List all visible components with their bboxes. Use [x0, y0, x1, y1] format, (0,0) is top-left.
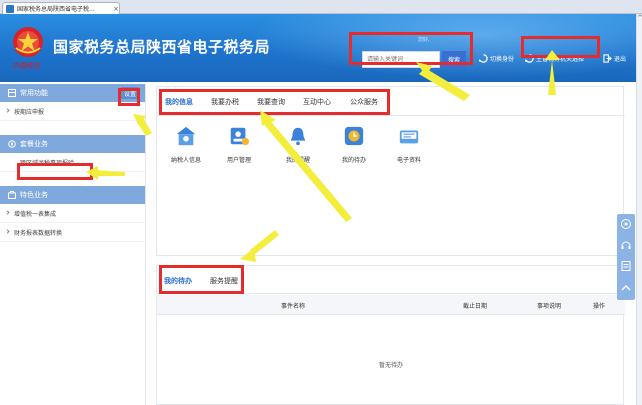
sidebar-item-label: 财务报表数据转换: [14, 229, 63, 237]
tax-authority-label: 主管税务机关选择: [536, 56, 585, 63]
close-icon[interactable]: ×: [113, 5, 119, 13]
chevron-right-icon: [5, 210, 10, 215]
compass-icon: [8, 140, 16, 148]
info-tab-bar: 我的信息 我要办税 我要查询 互动中心 公众服务: [157, 87, 625, 116]
todo-table-header: 事件名称 截止日期 事项说明 操作: [157, 295, 625, 315]
my-info-panel: 我的信息 我要办税 我要查询 互动中心 公众服务 纳税人信息 用户管理 我的提醒: [156, 86, 625, 256]
todo-panel: 我的待办 服务提醒 事件名称 截止日期 事项说明 操作 暂无待办: [156, 265, 625, 405]
browser-tab-bar: 国家税务总局陕西省电子税... ×: [0, 0, 642, 14]
clock-icon: [344, 126, 364, 146]
empty-state-text: 暂无待办: [378, 362, 403, 369]
sidebar-section-common: 常用功能 设置: [0, 84, 145, 102]
header-glow: [230, 14, 642, 82]
search-button[interactable]: 搜索: [442, 51, 466, 68]
function-label: 我的待办: [341, 157, 366, 164]
sidebar-section-title: 套餐业务: [20, 140, 48, 148]
function-user-management[interactable]: 用户管理: [216, 125, 262, 164]
tab-my-info[interactable]: 我的信息: [165, 97, 193, 107]
search-input[interactable]: [362, 51, 440, 68]
tax-emblem-icon: [13, 27, 43, 57]
tab-public-service[interactable]: 公众服务: [350, 97, 378, 107]
scroll-up-icon[interactable]: ^: [637, 14, 642, 22]
sidebar-section-title: 特色业务: [20, 191, 48, 199]
electronic-data-icon: [399, 130, 419, 144]
sidebar-section-packages: 套餐业务: [0, 135, 145, 153]
tab-my-todo[interactable]: 我的待办: [164, 276, 192, 286]
chevron-right-icon: [5, 108, 10, 113]
page-scrollbar[interactable]: ^: [636, 14, 642, 405]
browser-tab[interactable]: 国家税务总局陕西省电子税... ×: [2, 2, 120, 14]
taxpayer-info-icon: [176, 126, 196, 146]
function-my-reminders[interactable]: 我的提醒: [275, 125, 321, 164]
settings-button[interactable]: 设置: [121, 87, 139, 99]
function-my-todo[interactable]: 我的待办: [331, 125, 377, 164]
site-title: 国家税务总局陕西省电子税务局: [53, 38, 271, 56]
site-favicon-icon: [6, 4, 14, 13]
tab-service-reminder[interactable]: 服务提醒: [210, 276, 238, 286]
sidebar-item-periodic-filing[interactable]: 按期应申报: [0, 102, 145, 121]
function-electronic-data[interactable]: 电子资料: [386, 125, 432, 164]
tax-authority-icon: [525, 54, 534, 63]
chevron-right-icon: [5, 229, 10, 234]
column-header-event: 事件名称: [281, 303, 306, 310]
site-header: 中国税务 国家税务总局陕西省电子税务局 您好, 搜索 切换身份 主管税务机关选择…: [0, 14, 642, 82]
sidebar-item-financial-report[interactable]: 财务报表数据转换: [0, 223, 145, 242]
greeting-text: 您好,: [418, 37, 430, 43]
back-to-top-icon[interactable]: [620, 282, 632, 294]
tax-authority-select-link[interactable]: 主管税务机关选择: [525, 54, 584, 63]
emblem-script-text: 中国税务: [12, 62, 40, 70]
active-tab-indicator: [165, 113, 193, 115]
sidebar-item-label: 增值税一表集成: [14, 210, 57, 218]
function-taxpayer-info[interactable]: 纳税人信息: [163, 125, 209, 164]
user-management-icon: [230, 127, 250, 146]
bell-icon: [290, 127, 306, 146]
function-label: 用户管理: [226, 157, 251, 164]
tab-query[interactable]: 我要查询: [257, 97, 285, 107]
logout-link[interactable]: 退出: [603, 54, 626, 63]
grid-icon: [8, 89, 16, 97]
todo-tab-bar: 我的待办 服务提醒: [157, 266, 625, 294]
switch-identity-link[interactable]: 切换身份: [479, 54, 514, 63]
feedback-icon[interactable]: [620, 260, 632, 272]
sidebar-item-label: 按期应申报: [14, 108, 45, 116]
switch-identity-icon: [479, 54, 488, 63]
function-label: 纳税人信息: [170, 157, 201, 164]
column-header-description: 事项说明: [537, 303, 562, 310]
browser-tab-title: 国家税务总局陕西省电子税...: [17, 6, 95, 13]
sidebar-section-special: 特色业务: [0, 186, 145, 204]
column-header-action: 操作: [593, 303, 606, 310]
switch-identity-label: 切换身份: [490, 56, 515, 63]
floating-toolbar: [617, 214, 635, 300]
column-header-deadline: 截止日期: [463, 303, 488, 310]
sidebar-section-title: 常用功能: [20, 89, 48, 97]
function-label: 我的提醒: [285, 157, 310, 164]
function-label: 电子资料: [396, 157, 421, 164]
briefcase-icon: [8, 191, 16, 199]
logout-label: 退出: [614, 56, 627, 63]
chat-icon[interactable]: [620, 218, 632, 230]
sidebar-item-label: 跨区域涉税事项报验: [20, 159, 75, 167]
sidebar-item-cross-region[interactable]: 跨区域涉税事项报验: [0, 153, 145, 172]
tab-tax-handling[interactable]: 我要办税: [211, 97, 239, 107]
logout-icon: [603, 54, 612, 63]
sidebar-item-vat-integration[interactable]: 增值税一表集成: [0, 204, 145, 223]
headset-icon[interactable]: [620, 239, 632, 251]
sidebar: 常用功能 设置 按期应申报 套餐业务 跨区域涉税事项报验 特色业务 增值税一表集…: [0, 84, 146, 405]
active-tab-indicator: [164, 291, 192, 293]
tab-interaction-center[interactable]: 互动中心: [303, 97, 331, 107]
